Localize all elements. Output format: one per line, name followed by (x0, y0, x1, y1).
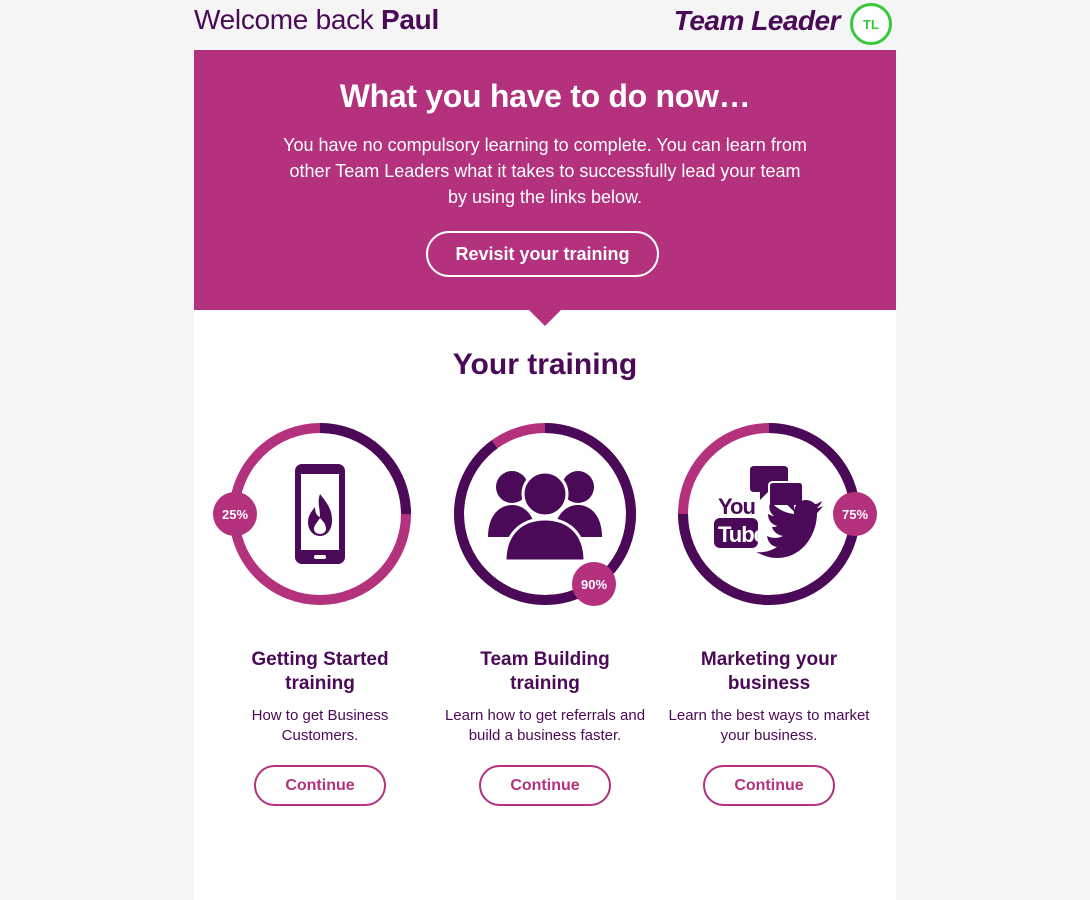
brand-title: Team Leader (673, 5, 841, 36)
card-description: Learn the best ways to market your busin… (668, 707, 870, 744)
team-people-icon (488, 470, 602, 563)
progress-badge: 75% (833, 492, 877, 536)
section-title: Your training (452, 348, 638, 381)
svg-text:You: You (718, 494, 755, 519)
card-title: Team Building training (480, 649, 610, 694)
revisit-training-button[interactable]: Revisit your training (426, 231, 659, 277)
svg-text:Tube: Tube (718, 522, 766, 547)
banner-title: What you have to do now… (339, 78, 751, 114)
banner-pointer-arrow (529, 310, 561, 326)
card-title: Getting Started training (251, 649, 389, 694)
card-description: Learn how to get referrals and build a b… (444, 707, 646, 744)
continue-button[interactable]: Continue (703, 765, 835, 806)
continue-button[interactable]: Continue (479, 765, 611, 806)
card-description: How to get Business Customers. (251, 707, 389, 744)
continue-button[interactable]: Continue (254, 765, 386, 806)
card-title: Marketing your business (700, 649, 838, 694)
todo-banner: What you have to do now… You have no com… (194, 50, 896, 310)
progress-badge: 90% (572, 562, 616, 606)
welcome-message: Welcome back Paul (194, 4, 439, 36)
user-name: Paul (381, 4, 439, 35)
smartphone-flame-icon (295, 464, 345, 564)
training-panel: Your training 25% Getting Started traini… (194, 310, 896, 900)
page-header: Welcome back Paul Team Leader TL (194, 0, 896, 48)
banner-message: You have no compulsory learning to compl… (283, 135, 807, 207)
welcome-prefix: Welcome back (194, 4, 374, 35)
social-media-icon: You Tube (714, 466, 823, 558)
team-leader-badge-icon: TL (850, 3, 892, 45)
progress-badge: 25% (213, 492, 257, 536)
